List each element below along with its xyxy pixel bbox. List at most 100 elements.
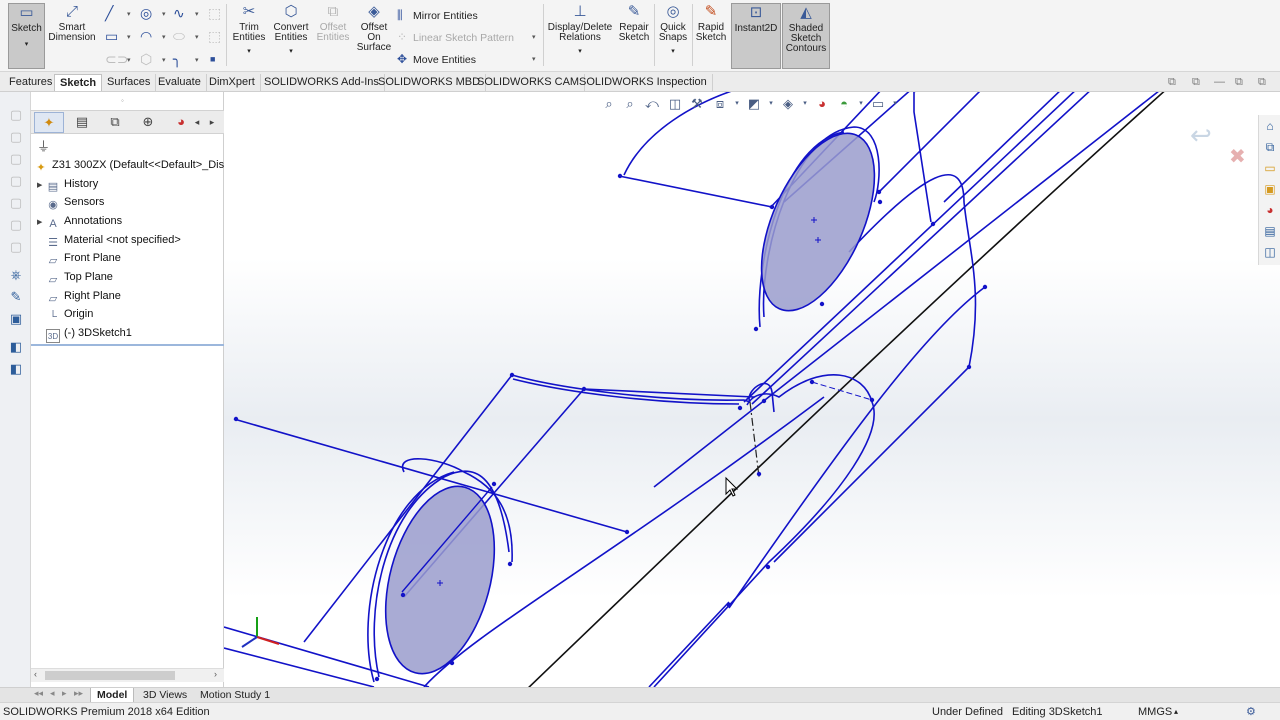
convert-entities-button[interactable]: ⬡ Convert Entities ▾ — [271, 3, 311, 57]
toolbar-sketch-edit-icon[interactable]: ✎ — [7, 288, 25, 306]
expand-arrow-icon[interactable]: ▶ — [37, 214, 46, 232]
tree-item-material[interactable]: ☰ Material <not specified> — [37, 231, 181, 249]
panel-grip-icon[interactable]: ◦ — [121, 96, 124, 105]
tree-item-sensors[interactable]: ◉ Sensors — [37, 193, 104, 211]
sketch-button[interactable]: ▭ Sketch ▾ — [8, 3, 45, 69]
fillet-dropdown-icon[interactable]: ▾ — [195, 56, 199, 64]
tab-next-icon[interactable]: ▸ — [62, 688, 67, 699]
display-delete-relations-button[interactable]: ⊥ Display/Delete Relations ▾ — [546, 3, 614, 57]
apply-scene-icon[interactable]: ◓ — [836, 96, 852, 112]
tab-surfaces[interactable]: Surfaces — [102, 74, 157, 91]
appearances-icon[interactable]: ◕ — [1262, 202, 1278, 218]
tree-item-front-plane[interactable]: ▱ Front Plane — [37, 249, 121, 267]
dynamic-annotation-icon[interactable]: ⚒ — [689, 96, 705, 112]
ellipse-dropdown-icon[interactable]: ▾ — [195, 33, 199, 41]
snaps-dropdown-icon[interactable]: ▾ — [656, 47, 690, 57]
toolbar-part-icon[interactable]: ▢ — [7, 106, 25, 124]
convert-dropdown-icon[interactable]: ▾ — [271, 47, 311, 57]
scroll-left-icon[interactable]: ‹ — [34, 669, 37, 679]
smart-dimension-button[interactable]: ⤢ Smart Dimension — [46, 3, 98, 43]
arc-dropdown-icon[interactable]: ▾ — [162, 33, 166, 41]
section-view-icon[interactable]: ◫ — [667, 96, 683, 112]
toolbar-revolve-icon[interactable]: ▢ — [7, 194, 25, 212]
help-icon[interactable]: ⚙ — [1246, 705, 1256, 719]
tab-last-icon[interactable]: ▸▸ — [74, 688, 83, 699]
tab-solidworks-inspection[interactable]: SOLIDWORKS Inspection — [574, 74, 713, 91]
tab-motion-study-1[interactable]: Motion Study 1 — [194, 688, 276, 703]
toolbar-layers2-icon[interactable]: ◧ — [7, 360, 25, 378]
toolbar-view-icon[interactable]: ▣ — [7, 310, 25, 328]
tab-solidworks-addins[interactable]: SOLIDWORKS Add-Ins — [259, 74, 385, 91]
graphics-area[interactable]: ⌕ ⌕ ⤺ ◫ ⚒ ⧈ ▾ ◩ ▾ ◈ ▾ ◕ ◓ ▾ ▭ ▾ ↩ ✖ — [224, 92, 1280, 687]
tab-prev-icon[interactable]: ◂ — [50, 688, 55, 699]
units-button[interactable]: MMGS — [1138, 705, 1172, 719]
point-icon[interactable]: ■ — [210, 51, 215, 67]
offset-entities-button[interactable]: ⧉ Offset Entities — [314, 3, 352, 43]
shaded-sketch-contours-button[interactable]: ◭ Shaded Sketch Contours — [782, 3, 830, 69]
display-style-dropdown-icon[interactable]: ▾ — [763, 96, 779, 112]
polygon-icon[interactable]: ⬡ — [140, 51, 152, 67]
polygon-dropdown-icon[interactable]: ▾ — [162, 56, 166, 64]
view-settings-icon[interactable]: ▭ — [870, 96, 886, 112]
slot-icon[interactable]: ⊂⊃ — [105, 51, 128, 67]
move-entities-button[interactable]: ✥ Move Entities — [397, 52, 476, 66]
rectangle-dropdown-icon[interactable]: ▾ — [127, 33, 131, 41]
view-settings-dropdown-icon[interactable]: ▾ — [887, 96, 903, 112]
arc-icon[interactable]: ◠ — [140, 28, 152, 44]
tab-sketch[interactable]: Sketch — [54, 74, 103, 91]
units-dropdown-icon[interactable]: ▴ — [1174, 705, 1178, 719]
sketch-dropdown-icon[interactable]: ▾ — [9, 40, 44, 50]
tab-3d-views[interactable]: 3D Views — [137, 688, 193, 703]
solidworks-resources-icon[interactable]: ⌂ — [1262, 118, 1278, 134]
scroll-thumb[interactable] — [45, 671, 175, 680]
repair-sketch-button[interactable]: ✎ Repair Sketch — [617, 3, 651, 43]
toolbar-smart-icon[interactable]: ⎈ — [7, 266, 25, 284]
zoom-to-fit-icon[interactable]: ⌕ — [601, 96, 617, 112]
tree-item-3dsketch1[interactable]: 3D (-) 3DSketch1 — [37, 324, 132, 343]
circle-dropdown-icon[interactable]: ▾ — [162, 10, 166, 18]
toolbar-loft-icon[interactable]: ▢ — [7, 238, 25, 256]
tab-solidworks-mbd[interactable]: SOLIDWORKS MBD — [373, 74, 487, 91]
previous-view-icon[interactable]: ⤺ — [644, 96, 660, 112]
tree-item-top-plane[interactable]: ▱ Top Plane — [37, 268, 113, 286]
slot-dropdown-icon[interactable]: ▾ — [127, 56, 131, 64]
toolbar-extrude-icon[interactable]: ▢ — [7, 172, 25, 190]
tree-root[interactable]: ✦ Z31 300ZX (Default<<Default>_Displa — [34, 156, 238, 174]
view-palette-icon[interactable]: ▣ — [1262, 181, 1278, 197]
filter-icon[interactable]: ⏚ — [37, 136, 50, 155]
tab-features[interactable]: Features — [4, 74, 59, 91]
panel-tab-right-icon[interactable]: ▸ — [206, 112, 218, 133]
spline-icon[interactable]: ∿ — [173, 5, 185, 21]
move-dropdown-icon[interactable]: ▾ — [532, 55, 536, 63]
featuremanager-tab-icon[interactable]: ✦ — [34, 112, 64, 133]
tab-evaluate[interactable]: Evaluate — [153, 74, 207, 91]
rear-wheel-shape[interactable] — [738, 117, 897, 327]
tree-item-right-plane[interactable]: ▱ Right Plane — [37, 287, 121, 305]
line-dropdown-icon[interactable]: ▾ — [127, 10, 131, 18]
forum-icon[interactable]: ◫ — [1262, 244, 1278, 260]
surface-sketch-icon[interactable]: ⬚ — [208, 5, 221, 21]
instant2d-button[interactable]: ⊡ Instant2D — [731, 3, 781, 69]
edit-appearance-icon[interactable]: ◕ — [814, 96, 830, 112]
linear-sketch-pattern-button[interactable]: ⁘ Linear Sketch Pattern — [397, 30, 514, 44]
doc-minimize-icon[interactable]: ⧉ — [1192, 76, 1200, 89]
zoom-to-area-icon[interactable]: ⌕ — [622, 96, 638, 112]
toolbar-layers-icon[interactable]: ◧ — [7, 338, 25, 356]
design-library-icon[interactable]: ⧉ — [1262, 139, 1278, 155]
tab-first-icon[interactable]: ◂◂ — [34, 688, 43, 699]
tree-item-history[interactable]: ▶ ▤ History — [37, 175, 98, 193]
toolbar-feature-icon[interactable]: ▢ — [7, 150, 25, 168]
panel-tab-left-icon[interactable]: ◂ — [191, 112, 203, 133]
doc-maximize-icon[interactable]: ⧉ — [1235, 76, 1243, 89]
doc-restore-icon[interactable]: ⧉ — [1168, 76, 1176, 89]
circle-icon[interactable]: ◎ — [140, 5, 152, 21]
relations-dropdown-icon[interactable]: ▾ — [546, 47, 614, 57]
scroll-right-icon[interactable]: › — [214, 669, 217, 679]
propertymanager-tab-icon[interactable]: ▤ — [67, 112, 97, 133]
trim-entities-button[interactable]: ✂ Trim Entities ▾ — [230, 3, 268, 57]
sketch-canvas[interactable] — [224, 92, 1280, 687]
tab-model[interactable]: Model — [90, 688, 135, 703]
toolbar-sweep-icon[interactable]: ▢ — [7, 216, 25, 234]
rollback-bar[interactable] — [31, 344, 224, 346]
apply-scene-dropdown-icon[interactable]: ▾ — [853, 96, 869, 112]
